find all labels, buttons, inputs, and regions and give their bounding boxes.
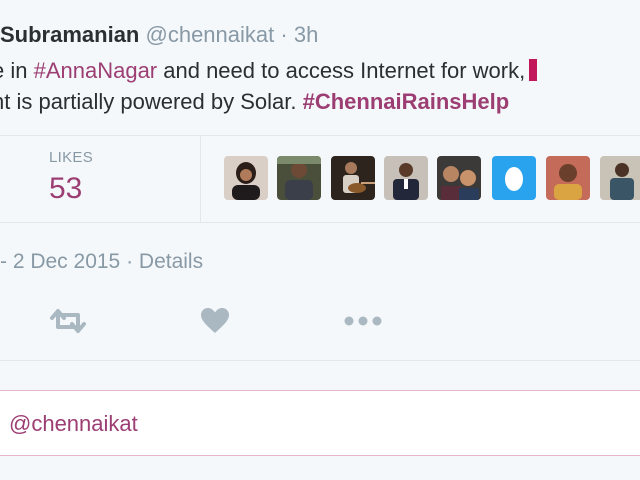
retweet-icon bbox=[48, 308, 88, 339]
tweet-time[interactable]: 3h bbox=[294, 22, 318, 47]
reply-input[interactable]: @chennaikat bbox=[0, 390, 640, 456]
hashtag-link-annanagar[interactable]: #AnnaNagar bbox=[34, 58, 158, 83]
tweet-text: e in #AnnaNagar and need to access Inter… bbox=[0, 55, 640, 117]
text-fragment: nt is partially powered by Solar. bbox=[0, 89, 303, 114]
avatar-child[interactable] bbox=[546, 156, 590, 200]
tweet-header: Subramanian @chennaikat · 3h bbox=[0, 20, 318, 50]
avatar-couple[interactable] bbox=[437, 156, 481, 200]
avatar-woman-dark-hair[interactable] bbox=[224, 156, 268, 200]
retweet-button[interactable] bbox=[48, 305, 88, 341]
header-separator: · bbox=[280, 22, 288, 47]
stats-divider bbox=[200, 136, 201, 222]
tweet-text-line-2: nt is partially powered by Solar. #Chenn… bbox=[0, 86, 640, 117]
avatar-man-outdoors[interactable] bbox=[277, 156, 321, 200]
likes-label[interactable]: LIKES bbox=[49, 149, 93, 166]
tweet-text-line-1: e in #AnnaNagar and need to access Inter… bbox=[0, 55, 640, 86]
tweet-stats: LIKES 53 bbox=[0, 135, 640, 223]
text-fragment: and need to access Internet for work, bbox=[157, 58, 526, 83]
avatar-person-partial[interactable] bbox=[600, 156, 640, 200]
author-handle[interactable]: @chennaikat bbox=[146, 22, 275, 47]
avatar-default-egg[interactable] bbox=[492, 156, 536, 200]
avatar-guitar-player[interactable] bbox=[331, 156, 375, 200]
hashtag-link-chennairainshelp[interactable]: #ChennaiRainsHelp bbox=[303, 89, 510, 114]
avatar-man-suit[interactable] bbox=[384, 156, 428, 200]
heart-icon bbox=[200, 307, 230, 340]
like-button[interactable] bbox=[200, 305, 230, 341]
section-divider bbox=[0, 360, 640, 361]
likes-count[interactable]: 53 bbox=[49, 172, 82, 206]
text-fragment: e in bbox=[0, 58, 28, 83]
tweet-timestamp[interactable]: - 2 Dec 2015 · Details bbox=[0, 250, 203, 274]
more-button[interactable] bbox=[344, 305, 382, 341]
truncated-highlight bbox=[529, 59, 538, 81]
author-name[interactable]: Subramanian bbox=[0, 22, 139, 47]
reply-text: @chennaikat bbox=[9, 411, 138, 436]
more-icon bbox=[344, 314, 382, 332]
tweet-actions bbox=[0, 305, 640, 341]
